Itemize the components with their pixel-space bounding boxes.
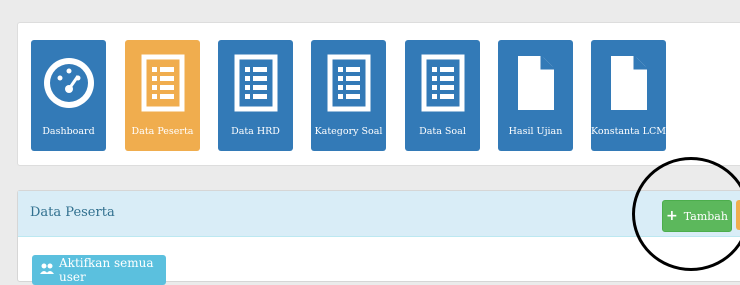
panel-title: Data Peserta bbox=[30, 205, 115, 220]
tile-label: Data HRD bbox=[231, 126, 280, 137]
panel-heading: Data Peserta + Tambah bbox=[18, 191, 740, 237]
menu-panel: Dashboard Data Peserta Data HRD Kategory… bbox=[17, 22, 740, 166]
list-document-icon bbox=[311, 52, 386, 114]
tile-data-hrd[interactable]: Data HRD bbox=[218, 40, 293, 151]
tile-label: Kategory Soal bbox=[314, 126, 383, 137]
data-peserta-panel: Data Peserta + Tambah Aktifkan semua use… bbox=[17, 190, 740, 285]
blank-file-icon bbox=[591, 52, 666, 114]
tile-data-soal[interactable]: Data Soal bbox=[405, 40, 480, 151]
activate-all-users-button[interactable]: Aktifkan semua user bbox=[32, 255, 166, 285]
tile-label: Data Peserta bbox=[131, 126, 194, 137]
tile-label: Dashboard bbox=[42, 126, 95, 137]
tambah-label: Tambah bbox=[683, 209, 728, 223]
tile-label: Konstanta LCM bbox=[591, 126, 666, 137]
plus-icon: + bbox=[666, 208, 678, 224]
tile-konstanta-lcm[interactable]: Konstanta LCM bbox=[591, 40, 666, 151]
tile-dashboard[interactable]: Dashboard bbox=[31, 40, 106, 151]
tile-label: Data Soal bbox=[419, 126, 466, 137]
tile-label: Hasil Ujian bbox=[508, 126, 563, 137]
tile-kategory-soal[interactable]: Kategory Soal bbox=[311, 40, 386, 151]
tile-data-peserta[interactable]: Data Peserta bbox=[125, 40, 200, 151]
tambah-button[interactable]: + Tambah bbox=[662, 200, 732, 232]
secondary-action-button[interactable] bbox=[736, 200, 740, 230]
dashboard-gauge-icon bbox=[31, 52, 106, 114]
blank-file-icon bbox=[498, 52, 573, 114]
activate-label: Aktifkan semua user bbox=[59, 256, 154, 284]
list-document-icon bbox=[125, 52, 200, 114]
list-document-icon bbox=[218, 52, 293, 114]
users-icon bbox=[40, 263, 54, 278]
tile-hasil-ujian[interactable]: Hasil Ujian bbox=[498, 40, 573, 151]
list-document-icon bbox=[405, 52, 480, 114]
